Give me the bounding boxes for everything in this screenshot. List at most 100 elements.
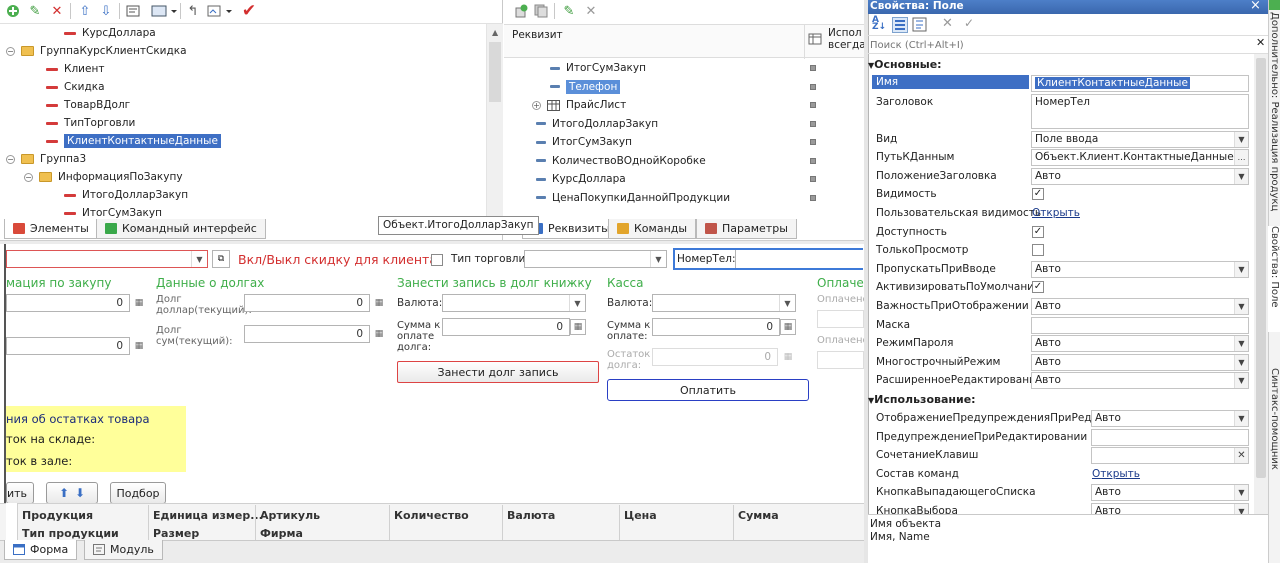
purchase-sum-input[interactable]: 0 [6, 337, 130, 355]
delete-attribute-icon[interactable]: ✕ [582, 2, 600, 20]
use-always-marker[interactable] [810, 157, 816, 164]
sort-alpha-icon[interactable]: A Z↓ [872, 16, 886, 32]
attribute-row[interactable]: + ПрайсЛист [532, 96, 626, 114]
calculator-icon[interactable]: ▦ [131, 338, 147, 354]
section-main[interactable]: ▼Основные: [868, 58, 942, 71]
property-value[interactable]: Объект.Клиент.КонтактныеДанные… [1031, 149, 1249, 167]
tree-item[interactable]: − Группа3 [6, 150, 86, 168]
dropdown-arrow-icon[interactable]: ▼ [1234, 411, 1248, 426]
phone-field-frame[interactable]: НомерТел: [673, 248, 863, 270]
property-link[interactable]: Открыть [1092, 468, 1140, 480]
property-checkbox[interactable]: ✓ [1032, 281, 1044, 294]
property-checkbox[interactable] [1032, 244, 1044, 257]
move-down-icon[interactable]: ⇩ [97, 2, 115, 20]
discount-toggle-checkbox[interactable] [431, 254, 443, 266]
column-header-attribute[interactable]: Реквизит [512, 29, 563, 41]
properties-scrollbar[interactable] [1254, 54, 1268, 514]
dropdown-arrow-icon[interactable]: ▼ [1234, 131, 1248, 147]
calculator-icon[interactable]: ▦ [371, 295, 387, 311]
side-tab-syntax-helper[interactable]: Синтакс-помощник [1268, 368, 1280, 478]
property-value[interactable]: Авто ▼ [1091, 410, 1249, 427]
calculator-icon[interactable]: ▦ [570, 319, 586, 335]
column-header-price[interactable]: Цена [624, 509, 657, 522]
collapse-icon[interactable]: − [24, 172, 33, 182]
dropdown-arrow-icon[interactable]: ▼ [1234, 261, 1248, 277]
select-button[interactable]: Подбор [110, 482, 166, 504]
tree-item[interactable]: КурсДоллара [64, 24, 156, 42]
tree-item[interactable]: ИтогоДолларЗакуп [64, 186, 188, 204]
move-row-up-icon[interactable]: ⬆ [59, 486, 69, 500]
debt-sum-input[interactable]: 0 [244, 325, 370, 343]
copy-icon[interactable] [532, 2, 550, 20]
section-usage[interactable]: ▼Использование: [868, 393, 976, 406]
tree-item[interactable]: ИтогСумЗакуп [64, 204, 162, 219]
check-icon[interactable]: ✔ [240, 2, 258, 20]
pay-button[interactable]: Оплатить [607, 379, 809, 401]
properties-search[interactable]: ✕ [868, 36, 1268, 54]
purchase-usd-input[interactable]: 0 [6, 294, 130, 312]
add-debt-button[interactable]: Занести долг запись [397, 361, 599, 383]
tab-parameters[interactable]: Параметры [696, 219, 797, 239]
tab-command-interface[interactable]: Командный интерфейс [96, 219, 266, 239]
attribute-row[interactable]: КурсДоллара [536, 170, 626, 188]
clear-icon[interactable]: ✕ [1234, 448, 1248, 464]
move-row-down-icon[interactable]: ⬇ [75, 486, 85, 500]
tree-item[interactable]: − ИнформацияПоЗакупу [24, 168, 183, 186]
column-header-product-type[interactable]: Тип продукции [22, 527, 119, 539]
property-value[interactable]: Авто ▼ [1031, 372, 1249, 390]
close-panel-icon[interactable]: × [1250, 0, 1261, 13]
phone-input[interactable] [735, 250, 863, 268]
dropdown-arrow-icon[interactable]: ▼ [1234, 168, 1248, 184]
attribute-row[interactable]: ИтогоДолларЗакуп [536, 115, 658, 133]
apply-icon[interactable]: ✓ [964, 16, 974, 30]
tree-item[interactable]: Скидка [46, 78, 105, 96]
column-header-always[interactable]: Испол всегда [828, 27, 864, 55]
column-header-brand[interactable]: Фирма [260, 527, 303, 539]
settings-menu-icon[interactable] [206, 2, 234, 20]
property-value[interactable]: Авто ▼ [1091, 484, 1249, 502]
undo-icon[interactable]: ↰ [184, 2, 202, 20]
attribute-row[interactable]: ЦенаПокупкиДаннойПродукции [536, 189, 730, 207]
property-link[interactable]: Открыть [1032, 207, 1080, 219]
attribute-row[interactable]: ИтогСумЗакуп [536, 133, 632, 151]
cash-currency-select[interactable]: ▼ [652, 294, 796, 312]
elements-scrollbar[interactable]: ▲ [486, 24, 503, 219]
edit-attribute-icon[interactable]: ✎ [560, 2, 578, 20]
clear-search-icon[interactable]: ✕ [1256, 36, 1265, 49]
collapse-icon[interactable]: − [6, 46, 15, 56]
dropdown-arrow-icon[interactable]: ▼ [1234, 336, 1248, 352]
debt-currency-select[interactable]: ▼ [442, 294, 586, 312]
use-always-marker[interactable] [810, 65, 816, 71]
property-value[interactable]: КлиентКонтактныеДанные [1031, 75, 1249, 92]
tree-item[interactable]: ТоварВДолг [46, 96, 130, 114]
add-icon[interactable] [4, 2, 22, 20]
categorize-icon[interactable] [892, 17, 908, 33]
property-value[interactable]: ✕ [1091, 447, 1249, 465]
use-always-marker[interactable] [810, 120, 816, 127]
side-tab-implementation[interactable]: Дополнительно: Реализация продукции [1268, 12, 1280, 212]
attribute-row[interactable]: КоличествоВОднойКоробке [536, 152, 706, 170]
use-always-marker[interactable] [810, 102, 816, 108]
properties-search-input[interactable] [868, 37, 1252, 53]
dropdown-arrow-icon[interactable]: ▼ [1234, 354, 1248, 370]
use-always-marker[interactable] [810, 176, 816, 182]
tab-commands[interactable]: Команды [608, 219, 697, 239]
property-value[interactable]: НомерТел [1031, 93, 1249, 129]
tab-form[interactable]: Форма [4, 540, 78, 560]
form-element-icon[interactable] [124, 2, 142, 20]
collapse-icon[interactable]: − [6, 154, 15, 164]
attribute-row[interactable]: ИтогСумЗакуп [550, 59, 646, 77]
column-header-quantity[interactable]: Количество [394, 509, 469, 522]
filter-icon[interactable] [912, 17, 928, 33]
clear-property-icon[interactable]: ✕ [942, 16, 953, 31]
property-value[interactable]: Поле ввода ▼ [1031, 130, 1249, 148]
dropdown-arrow-icon[interactable]: ▼ [1234, 485, 1248, 501]
move-up-icon[interactable]: ⇧ [76, 2, 94, 20]
use-always-marker[interactable] [810, 83, 816, 90]
attribute-row[interactable]: Телефон [550, 78, 621, 96]
use-always-marker[interactable] [810, 139, 816, 145]
column-header-article[interactable]: Артикуль [260, 509, 320, 522]
property-value[interactable]: Авто ▼ [1031, 260, 1249, 278]
partial-button[interactable]: ить [6, 482, 34, 504]
tree-item[interactable]: ТипТорговли [46, 114, 135, 132]
